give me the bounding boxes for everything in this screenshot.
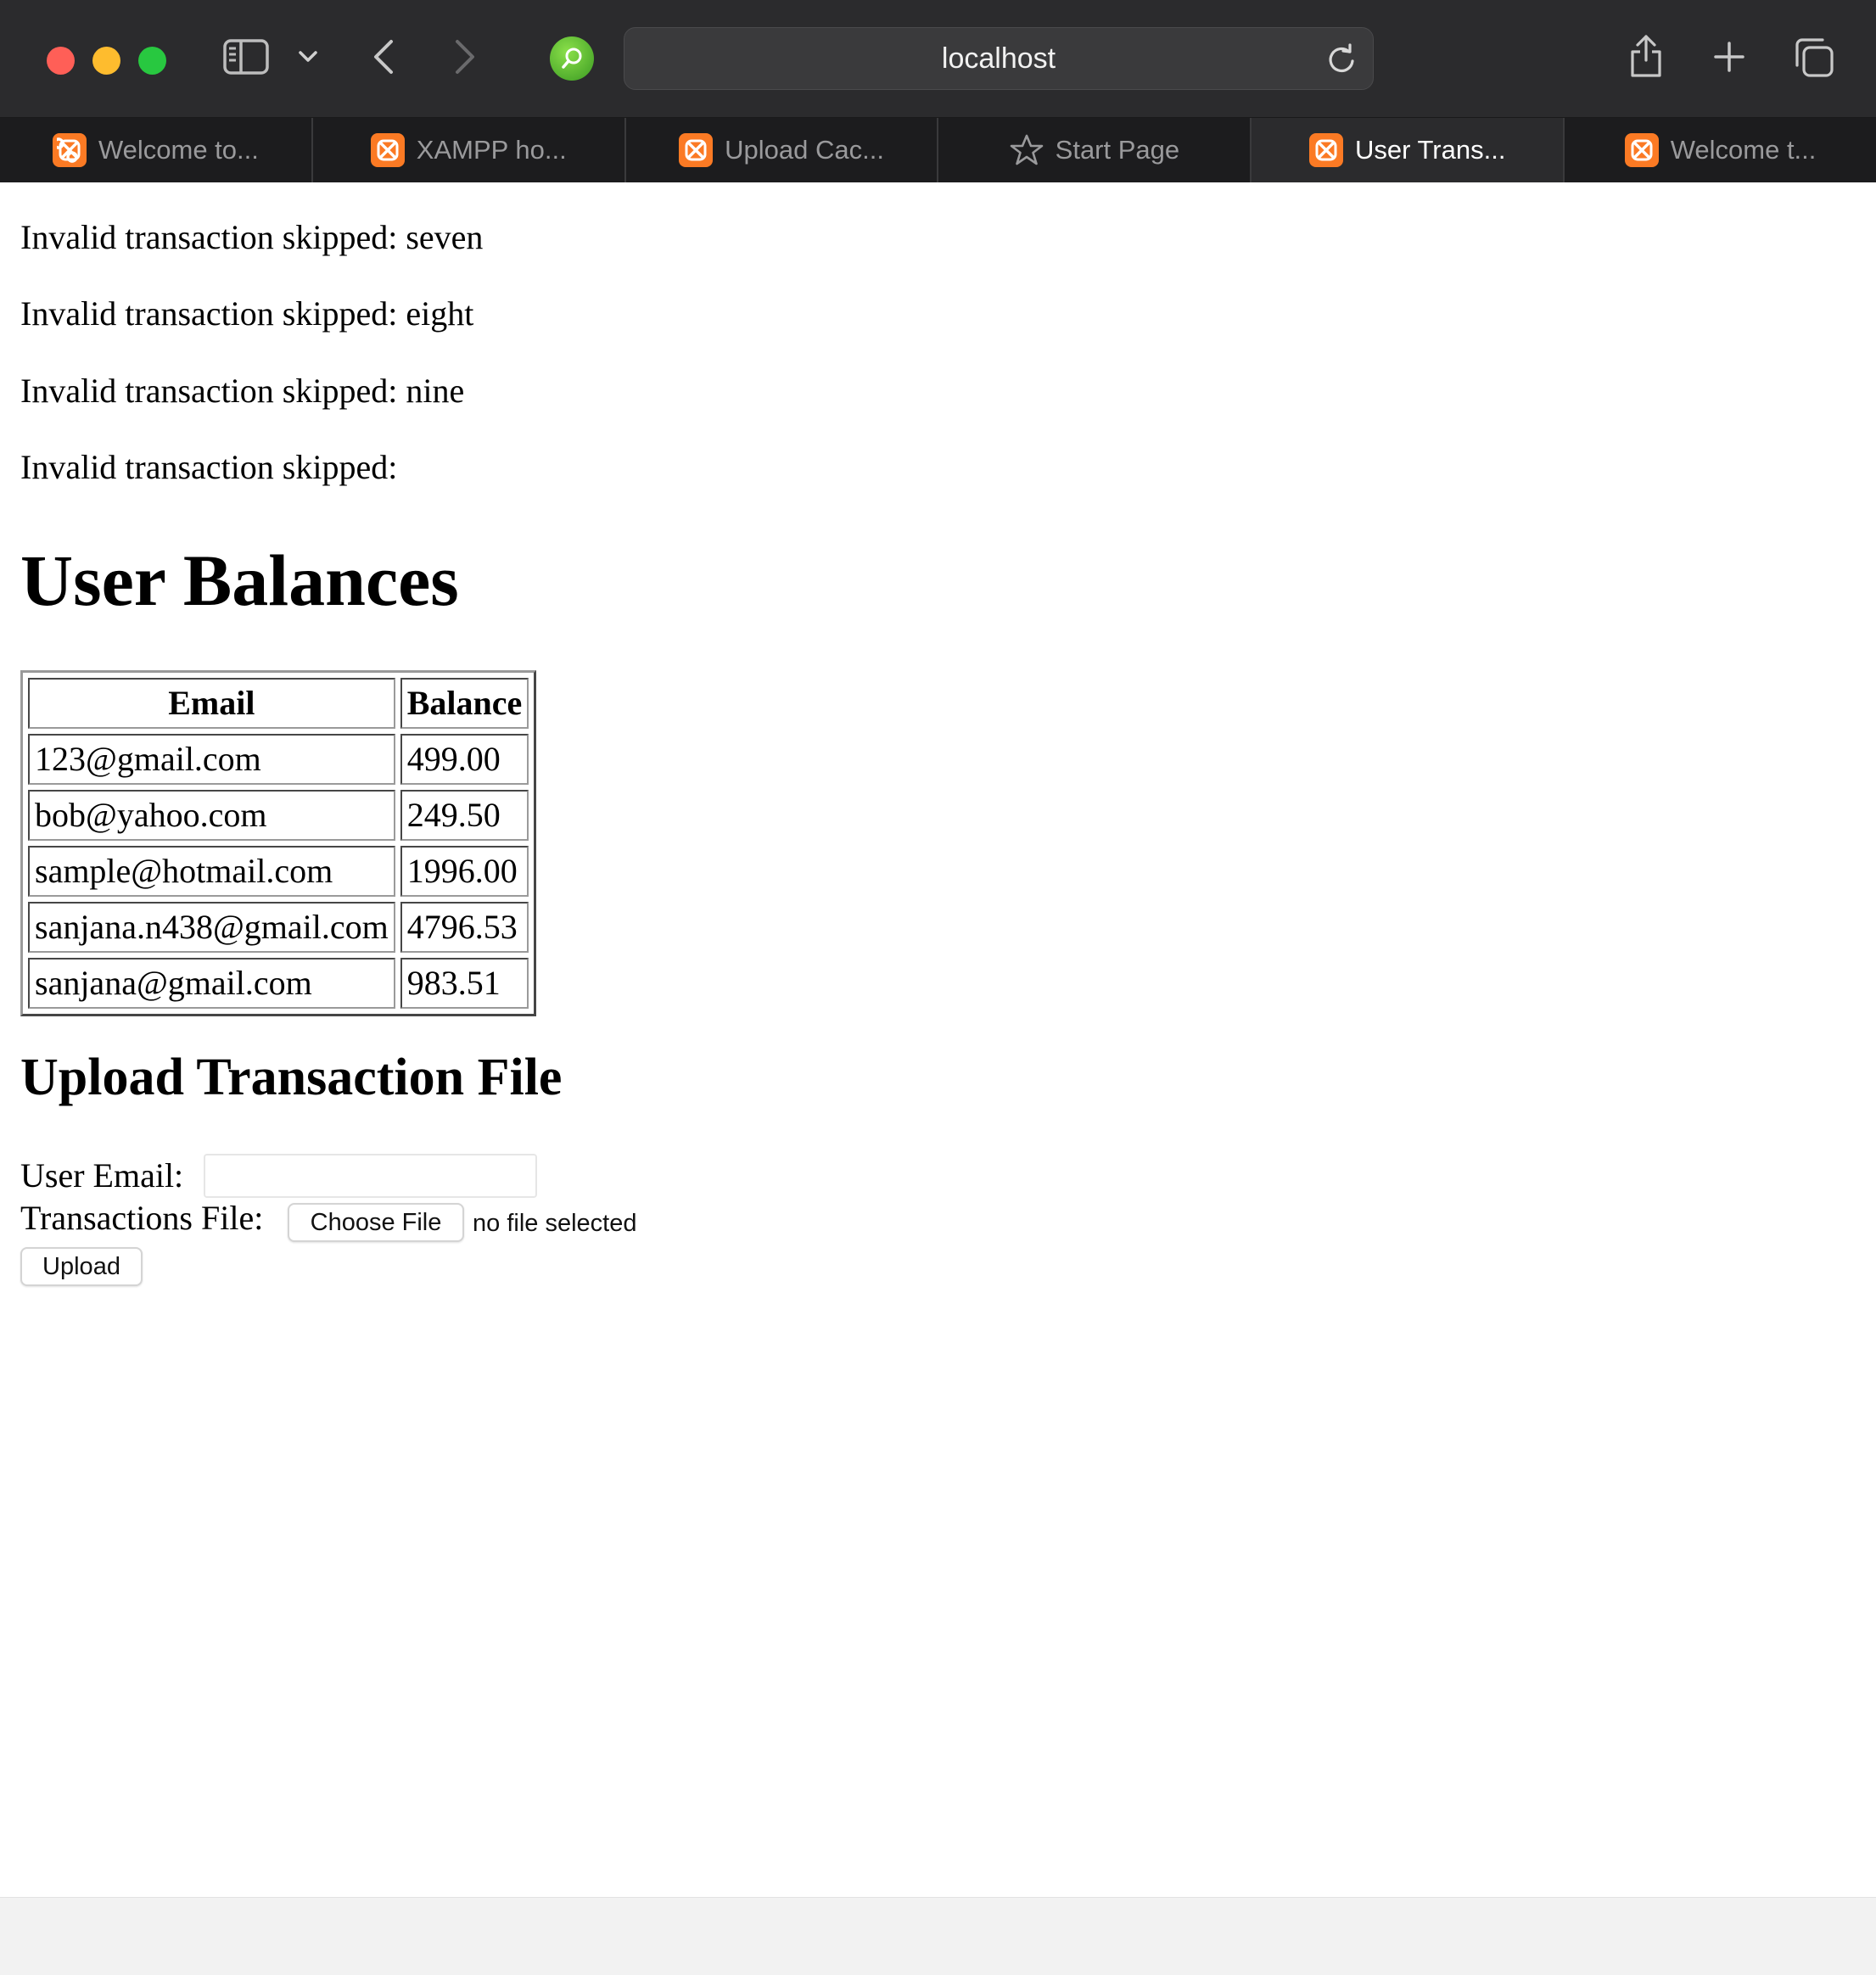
balance-column-header: Balance xyxy=(400,678,529,729)
minimize-window-button[interactable] xyxy=(92,47,120,75)
email-cell: sample@hotmail.com xyxy=(28,846,395,897)
browser-toolbar: localhost xyxy=(0,0,1876,118)
forward-arrow-icon[interactable] xyxy=(448,36,482,78)
browser-window: localhost Welcome to... XAMPP ho... Uplo… xyxy=(0,0,1876,1975)
extension-icon[interactable] xyxy=(550,36,594,81)
table-row: bob@yahoo.com 249.50 xyxy=(28,790,529,841)
skipped-message: Invalid transaction skipped: xyxy=(20,448,398,486)
skipped-message: Invalid transaction skipped: nine xyxy=(20,372,465,410)
upload-heading: Upload Transaction File xyxy=(20,1049,563,1106)
table-row: sample@hotmail.com 1996.00 xyxy=(28,846,529,897)
share-icon[interactable] xyxy=(1626,32,1666,80)
email-cell: sanjana.n438@gmail.com xyxy=(28,902,395,953)
balance-cell: 1996.00 xyxy=(400,846,529,897)
table-row: 123@gmail.com 499.00 xyxy=(28,734,529,785)
zoom-window-button[interactable] xyxy=(138,47,166,75)
balance-cell: 983.51 xyxy=(400,958,529,1009)
chevron-down-icon[interactable] xyxy=(294,44,322,70)
file-status-text: no file selected xyxy=(473,1210,637,1237)
xampp-favicon-icon xyxy=(1624,133,1659,167)
status-bar xyxy=(0,1897,1876,1975)
email-cell: sanjana@gmail.com xyxy=(28,958,395,1009)
xampp-favicon-icon xyxy=(370,133,405,167)
tab-label: XAMPP ho... xyxy=(416,135,567,165)
tab-welcome-2[interactable]: Welcome t... xyxy=(1565,118,1876,182)
table-row: sanjana@gmail.com 983.51 xyxy=(28,958,529,1009)
close-window-button[interactable] xyxy=(47,47,75,75)
balances-table: Email Balance 123@gmail.com 499.00 bob@y… xyxy=(20,670,537,1016)
tab-label: Upload Cac... xyxy=(725,135,884,165)
balance-cell: 4796.53 xyxy=(400,902,529,953)
tab-label: User Trans... xyxy=(1355,135,1506,165)
tab-strip: Welcome to... XAMPP ho... Upload Cac... … xyxy=(0,118,1876,182)
user-email-label: User Email: xyxy=(20,1156,184,1195)
sidebar-toggle-icon[interactable] xyxy=(222,36,270,78)
balance-cell: 249.50 xyxy=(400,790,529,841)
upload-button[interactable]: Upload xyxy=(20,1247,143,1286)
reload-icon[interactable] xyxy=(1325,43,1358,76)
address-bar[interactable]: localhost xyxy=(624,27,1374,90)
skipped-message: Invalid transaction skipped: eight xyxy=(20,294,474,333)
tab-start-page[interactable]: Start Page xyxy=(938,118,1252,182)
new-tab-plus-icon[interactable] xyxy=(1709,36,1750,78)
xampp-favicon-icon xyxy=(679,133,714,167)
star-icon xyxy=(1010,133,1044,167)
tab-label: Welcome t... xyxy=(1670,135,1817,165)
tab-xampp-home[interactable]: XAMPP ho... xyxy=(313,118,626,182)
balances-heading: User Balances xyxy=(20,540,459,621)
table-row: sanjana.n438@gmail.com 4796.53 xyxy=(28,902,529,953)
tab-overview-icon[interactable] xyxy=(1792,36,1836,80)
back-arrow-icon[interactable] xyxy=(367,36,400,78)
email-cell: 123@gmail.com xyxy=(28,734,395,785)
choose-file-button[interactable]: Choose File xyxy=(288,1203,464,1242)
tab-upload-cache[interactable]: Upload Cac... xyxy=(626,118,939,182)
address-text: localhost xyxy=(941,42,1056,75)
tab-welcome-1[interactable]: Welcome to... xyxy=(0,118,313,182)
tab-label: Welcome to... xyxy=(98,135,259,165)
transactions-file-label: Transactions File: xyxy=(20,1199,264,1237)
table-header-row: Email Balance xyxy=(28,678,529,729)
balance-cell: 499.00 xyxy=(400,734,529,785)
tab-label: Start Page xyxy=(1055,135,1180,165)
skipped-message: Invalid transaction skipped: seven xyxy=(20,218,484,256)
email-cell: bob@yahoo.com xyxy=(28,790,395,841)
email-column-header: Email xyxy=(28,678,395,729)
xampp-favicon-icon xyxy=(1309,133,1343,167)
xampp-favicon-icon xyxy=(52,133,87,167)
user-email-field[interactable] xyxy=(204,1154,537,1198)
tab-user-transactions[interactable]: User Trans... xyxy=(1252,118,1565,182)
page-content: Invalid transaction skipped: seven Inval… xyxy=(0,183,1876,1897)
